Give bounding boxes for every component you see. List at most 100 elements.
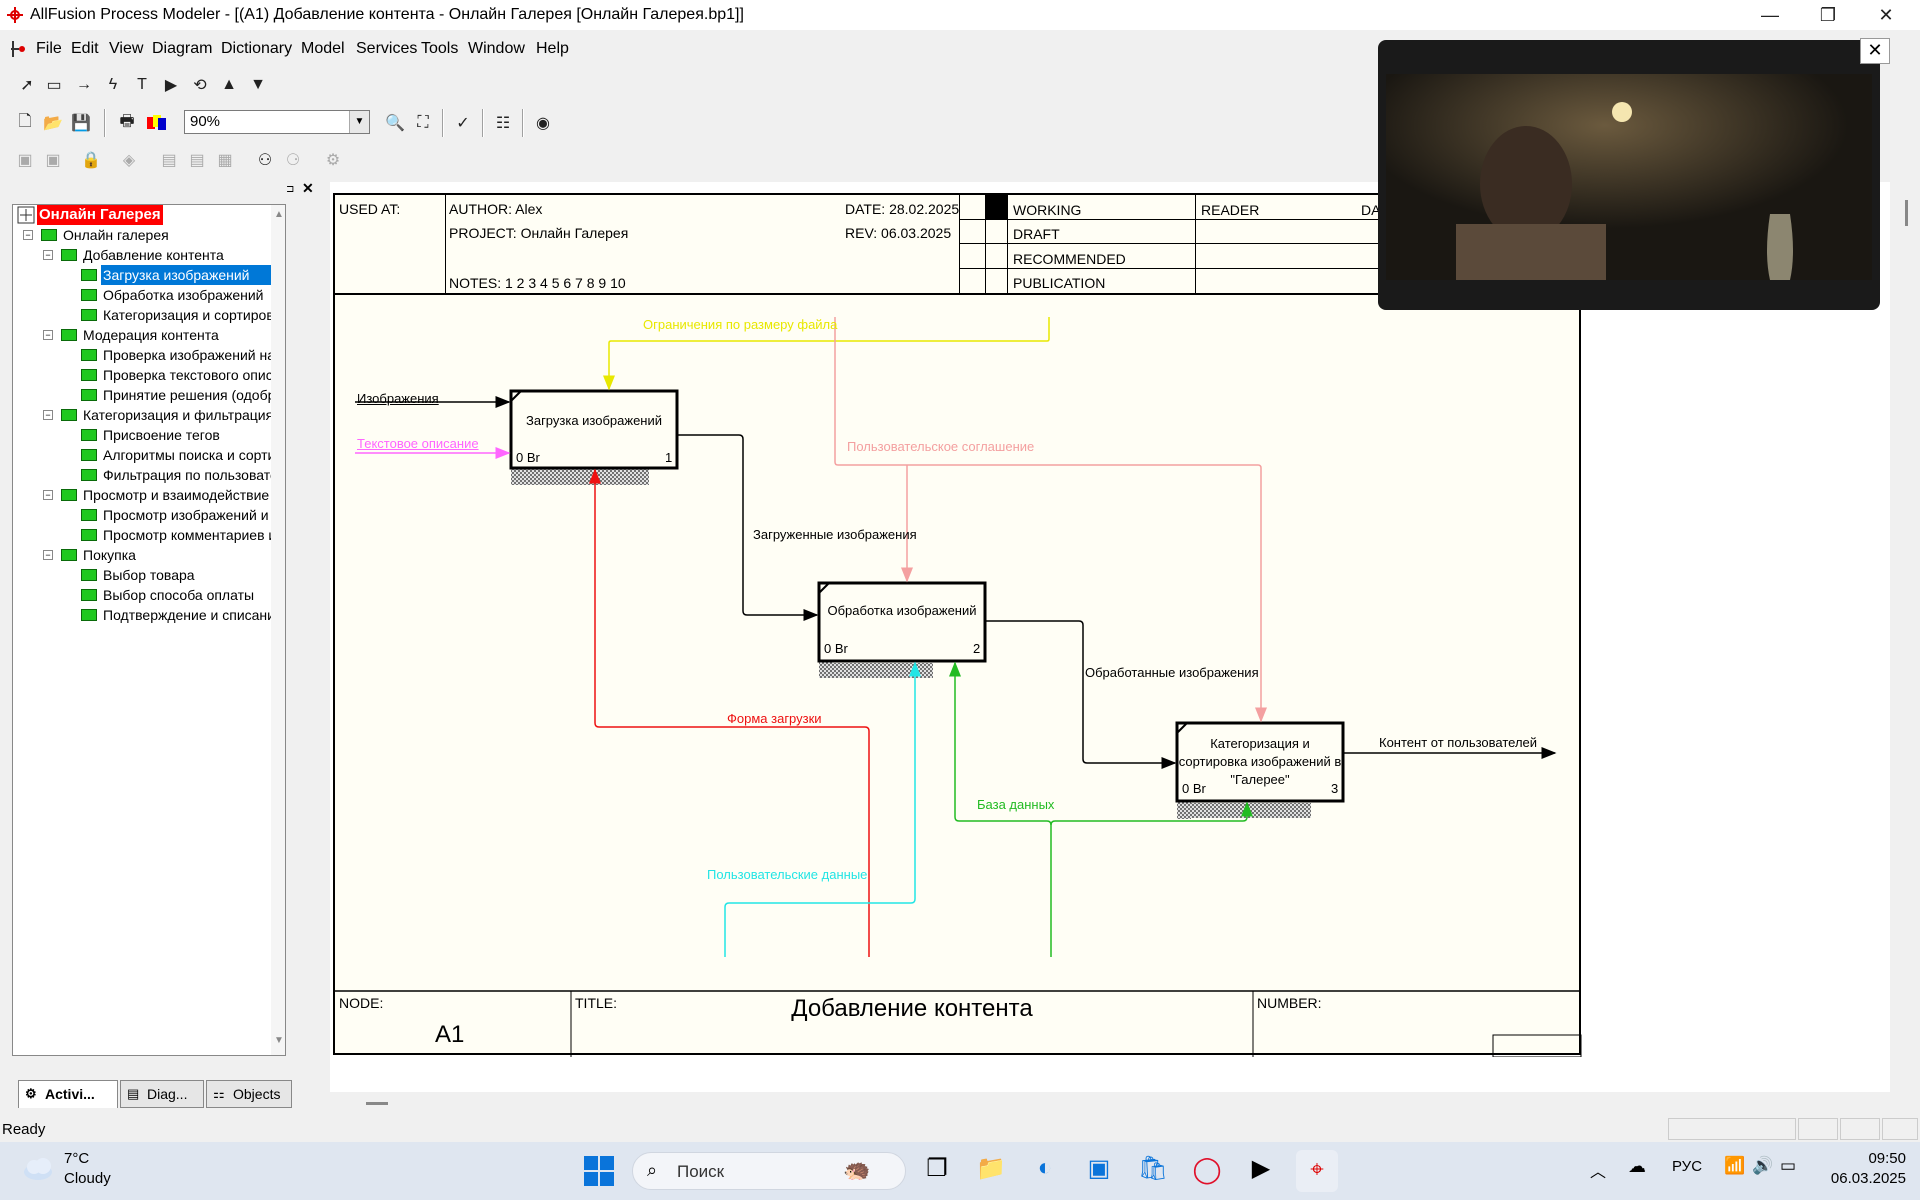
label-user-data: Пользовательские данные [707,867,868,882]
store-icon[interactable]: 🛍 [1136,1154,1170,1188]
menu-services[interactable]: Services [356,40,417,58]
menu-edit[interactable]: Edit [71,40,99,58]
fit-page-icon[interactable]: ⛶ [410,110,436,136]
window-title: AllFusion Process Modeler - [(A1) Добавл… [30,6,744,23]
print-icon[interactable]: 🖶 [114,110,140,136]
minimize-button[interactable]: — [1742,0,1798,30]
arrow-processed-images[interactable] [985,620,1177,769]
mart-open-icon[interactable]: ▤ [156,147,182,173]
go-up-icon[interactable]: ▲ [216,72,242,98]
objects-icon: ⚏ [213,1086,225,1101]
activities-icon: ⚙ [25,1086,37,1101]
mart-merge-icon[interactable]: ⚆ [280,147,306,173]
box-tool-icon[interactable]: ▭ [41,72,67,98]
save-icon[interactable]: 💾 [68,110,94,136]
mart-disconnect-icon[interactable]: ▣ [40,147,66,173]
opera-icon[interactable]: ◯ [1190,1154,1224,1188]
mart-settings-icon[interactable]: ⚙ [320,147,346,173]
pointer-icon[interactable]: ➚ [14,72,40,98]
label-processed-images: Обработанные изображения [1085,665,1259,680]
volume-icon[interactable]: 🔊 [1752,1156,1773,1176]
panel-pin-icon[interactable]: ⊐ [286,184,298,196]
mart-connect-icon[interactable]: ▣ [12,147,38,173]
activity-icon [81,469,97,481]
open-folder-icon[interactable]: 📂 [40,110,66,136]
box-shadow [1187,803,1311,818]
panel-tabs: ⚙ Activi... ▤ Diag... ⚏ Objects [14,1080,294,1110]
zoom-select[interactable]: 90% ▼ [184,110,370,134]
task-view-icon[interactable]: ❐ [920,1154,954,1188]
go-down-icon[interactable]: ▼ [245,72,271,98]
tab-diagrams[interactable]: ▤ Diag... [120,1080,204,1108]
activity-icon [61,409,77,421]
weather-desc[interactable]: Cloudy [64,1170,111,1187]
canvas-hscrollbar[interactable] [366,1102,388,1105]
mart-save-icon[interactable]: ▤ [184,147,210,173]
off-page-icon[interactable]: ⟲ [187,72,213,98]
chevron-up-icon[interactable]: ︿ [1590,1158,1606,1182]
activity-tree[interactable]: Онлайн Галерея − Онлайн галерея − Добавлен… [12,204,286,1056]
restore-button[interactable]: ❐ [1800,0,1856,30]
idef0-diagram[interactable]: USED AT: AUTHOR: Alex PROJECT: Онлайн Га… [333,193,1583,1057]
box-2-title: Обработка изображений [827,603,977,618]
mart-users-icon[interactable]: ⚇ [252,147,278,173]
menu-tools[interactable]: Tools [421,40,458,58]
cloud-sync-icon[interactable]: ☁ [1628,1156,1646,1177]
canvas-scrollbar[interactable] [1896,182,1916,1118]
squiggle-tool-icon[interactable]: ϟ [100,72,126,98]
panel-close-icon[interactable]: ✕ [302,180,316,196]
activity-icon [61,329,77,341]
video-overlay[interactable] [1378,40,1880,310]
box-3-cost: 0 Br [1182,781,1206,796]
menu-view[interactable]: View [109,40,143,58]
search-box[interactable]: ⌕ Поиск 🦔 [632,1152,906,1190]
menu-help[interactable]: Help [536,40,569,58]
menu-dictionary[interactable]: Dictionary [221,40,292,58]
box-1-cost: 0 Br [516,450,540,465]
label-user-content: Контент от пользователей [1379,735,1538,750]
windows-start-icon[interactable] [584,1156,614,1186]
arrow-user-data[interactable] [724,661,921,957]
text-tool-icon[interactable]: T [129,72,155,98]
video-frame [1386,74,1872,280]
box-2-number: 2 [973,641,981,656]
activity-icon [81,529,97,541]
tree-scrollbar[interactable]: ▲ ▼ [271,205,285,1055]
clock-time[interactable]: 09:50 [1820,1150,1906,1167]
tab-objects[interactable]: ⚏ Objects [206,1080,292,1108]
new-file-icon[interactable]: 🗋 [12,110,38,136]
app-icon-blue[interactable]: ▣ [1082,1154,1116,1188]
spellcheck-icon[interactable]: ✓ [450,110,476,136]
view-toolbar: 🔍 ⛶ ✓ ☷ ◉ [380,106,560,140]
menu-file[interactable]: File [36,40,62,58]
lock-icon[interactable]: 🔒 [78,147,104,173]
process-modeler-taskbar-icon[interactable]: ⌖ [1296,1150,1338,1192]
zoom-icon[interactable]: 🔍 [382,110,408,136]
model-explorer-icon[interactable]: ☷ [490,110,516,136]
clock-date[interactable]: 06.03.2025 [1808,1170,1906,1187]
model-mart-icon[interactable]: ◉ [530,110,556,136]
wifi-icon[interactable]: 📶 [1724,1156,1745,1176]
mart-icon[interactable]: ◈ [116,147,142,173]
activity-icon [81,609,97,621]
edge-icon[interactable]: ◐ [1028,1154,1062,1188]
activity-icon [81,429,97,441]
language-indicator[interactable]: РУС [1672,1158,1702,1175]
menu-model[interactable]: Model [301,40,345,58]
menu-diagram[interactable]: Diagram [152,40,212,58]
file-explorer-icon[interactable]: 📁 [974,1154,1008,1188]
label-user-agreement: Пользовательское соглашение [847,439,1035,454]
battery-icon[interactable]: ▭ [1780,1156,1796,1176]
tab-activities[interactable]: ⚙ Activi... [18,1080,118,1108]
close-button[interactable]: ✕ [1858,0,1914,30]
overlay-close-button[interactable]: ✕ [1860,38,1890,64]
go-to-child-icon[interactable]: ▶ [158,72,184,98]
arrow-tool-icon[interactable]: → [71,72,97,98]
color-icon[interactable] [144,110,170,136]
weather-temp[interactable]: 7°C [64,1150,89,1167]
activity-icon [81,269,97,281]
media-player-icon[interactable]: ▶ [1244,1154,1278,1188]
mart-grid-icon[interactable]: ▦ [212,147,238,173]
menu-window[interactable]: Window [468,40,525,58]
arrow-uploaded-images[interactable] [677,434,819,621]
